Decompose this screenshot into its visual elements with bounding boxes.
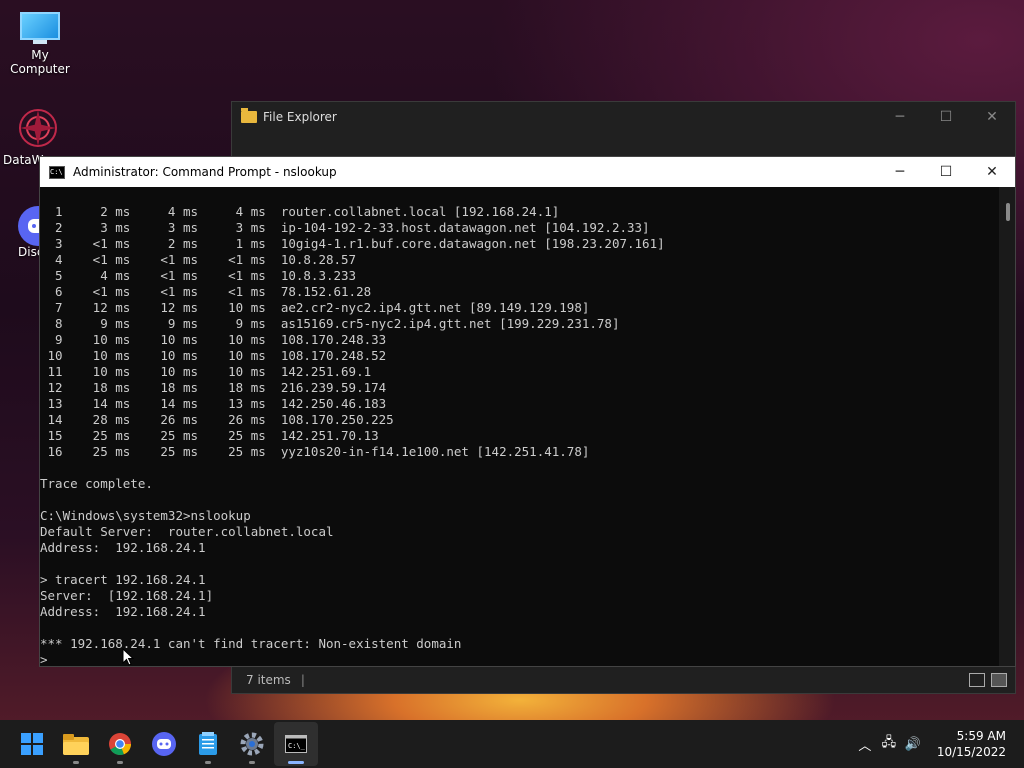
running-indicator	[288, 761, 304, 764]
large-icons-view-icon[interactable]	[991, 673, 1007, 687]
console-line: >	[40, 652, 48, 666]
scrollbar-thumb[interactable]	[1006, 203, 1010, 221]
console-output[interactable]: 1 2 ms 4 ms 4 ms router.collabnet.local …	[40, 187, 999, 666]
notepad-icon	[199, 732, 217, 755]
console-line: 3 <1 ms 2 ms 1 ms 10gig4-1.r1.buf.core.d…	[40, 236, 665, 251]
desktop-icon-label: Disc	[18, 245, 44, 259]
console-line: 11 10 ms 10 ms 10 ms 142.251.69.1	[40, 364, 372, 379]
volume-icon[interactable]: 🔊	[901, 737, 925, 752]
item-count: 7 items	[246, 673, 291, 687]
maximize-button[interactable]: ☐	[923, 157, 969, 187]
vertical-scrollbar[interactable]	[999, 187, 1015, 666]
console-line: 12 18 ms 18 ms 18 ms 216.239.59.174	[40, 380, 387, 395]
command-prompt-window[interactable]: C:\ Administrator: Command Prompt - nslo…	[39, 156, 1016, 667]
cmd-title: Administrator: Command Prompt - nslookup	[73, 165, 337, 179]
console-line: *** 192.168.24.1 can't find tracert: Non…	[40, 636, 462, 651]
start-button[interactable]	[10, 722, 54, 766]
mouse-cursor-icon	[122, 648, 134, 666]
close-button[interactable]: ✕	[969, 157, 1015, 187]
terminal-icon: C:\	[49, 165, 65, 179]
console-line: 1 2 ms 4 ms 4 ms router.collabnet.local …	[40, 204, 560, 219]
desktop-icon-label: My Computer	[10, 48, 70, 76]
chrome-icon	[109, 733, 132, 756]
minimize-button[interactable]: ─	[877, 157, 923, 187]
clock-time: 5:59 AM	[956, 729, 1006, 743]
terminal-icon: C:\_	[285, 735, 307, 753]
console-line: Default Server: router.collabnet.local	[40, 524, 334, 539]
minimize-button[interactable]: ─	[877, 102, 923, 132]
folder-icon	[241, 108, 257, 123]
close-button[interactable]: ✕	[969, 102, 1015, 132]
network-icon[interactable]: 🖧	[877, 733, 901, 755]
taskbar: C:\_ ︿ 🖧 🔊 5:59 AM 10/15/2022	[0, 720, 1024, 768]
details-view-icon[interactable]	[969, 673, 985, 687]
console-line: 15 25 ms 25 ms 25 ms 142.251.70.13	[40, 428, 379, 443]
desktop-icon-my-computer[interactable]: My Computer	[0, 12, 80, 76]
running-indicator	[249, 761, 255, 764]
console-line: C:\Windows\system32>nslookup	[40, 508, 251, 523]
gear-icon	[240, 732, 264, 756]
console-line: Address: 192.168.24.1	[40, 540, 206, 555]
computer-icon	[20, 12, 60, 44]
desktop-icon-label: DataW	[3, 153, 44, 167]
system-tray: ︿ 🖧 🔊 5:59 AM 10/15/2022	[853, 728, 1024, 760]
running-indicator	[73, 761, 79, 764]
console-line: 10 10 ms 10 ms 10 ms 108.170.248.52	[40, 348, 387, 363]
windows-logo-icon	[21, 733, 43, 755]
chevron-up-icon[interactable]: ︿	[853, 735, 877, 754]
console-line: > tracert 192.168.24.1	[40, 572, 206, 587]
console-line: 6 <1 ms <1 ms <1 ms 78.152.61.28	[40, 284, 372, 299]
taskbar-settings[interactable]	[230, 722, 274, 766]
cmd-titlebar[interactable]: C:\ Administrator: Command Prompt - nslo…	[40, 157, 1015, 187]
taskbar-notepad[interactable]	[186, 722, 230, 766]
maximize-button[interactable]: ☐	[923, 102, 969, 132]
explorer-titlebar[interactable]: File Explorer ─ ☐ ✕	[232, 102, 1015, 132]
explorer-status-bar: 7 items |	[232, 667, 1015, 693]
desktop-icon-discord[interactable]: Disc	[0, 204, 58, 259]
console-line: 16 25 ms 25 ms 25 ms yyz10s20-in-f14.1e1…	[40, 444, 590, 459]
datawagon-logo-icon	[19, 109, 57, 147]
svg-text:C:\_: C:\_	[288, 742, 306, 750]
clock[interactable]: 5:59 AM 10/15/2022	[937, 728, 1006, 760]
desktop-icon-datawagon[interactable]: DataW	[0, 106, 57, 167]
taskbar-file-explorer[interactable]	[54, 722, 98, 766]
console-line: Trace complete.	[40, 476, 153, 491]
taskbar-chrome[interactable]	[98, 722, 142, 766]
console-line: 13 14 ms 14 ms 13 ms 142.250.46.183	[40, 396, 387, 411]
console-line: 5 4 ms <1 ms <1 ms 10.8.3.233	[40, 268, 357, 283]
folder-icon	[63, 734, 89, 755]
explorer-title: File Explorer	[263, 110, 337, 124]
console-line: 8 9 ms 9 ms 9 ms as15169.cr5-nyc2.ip4.gt…	[40, 316, 620, 331]
taskbar-discord[interactable]	[142, 722, 186, 766]
console-line: 4 <1 ms <1 ms <1 ms 10.8.28.57	[40, 252, 357, 267]
status-divider: |	[300, 673, 305, 687]
taskbar-command-prompt[interactable]: C:\_	[274, 722, 318, 766]
console-line: 14 28 ms 26 ms 26 ms 108.170.250.225	[40, 412, 394, 427]
clock-date: 10/15/2022	[936, 745, 1006, 759]
console-line: 7 12 ms 12 ms 10 ms ae2.cr2-nyc2.ip4.gtt…	[40, 300, 590, 315]
console-line: Server: [192.168.24.1]	[40, 588, 214, 603]
running-indicator	[205, 761, 211, 764]
console-line: 9 10 ms 10 ms 10 ms 108.170.248.33	[40, 332, 387, 347]
console-line: Address: 192.168.24.1	[40, 604, 206, 619]
running-indicator	[117, 761, 123, 764]
discord-icon	[152, 732, 176, 756]
console-line: 2 3 ms 3 ms 3 ms ip-104-192-2-33.host.da…	[40, 220, 650, 235]
